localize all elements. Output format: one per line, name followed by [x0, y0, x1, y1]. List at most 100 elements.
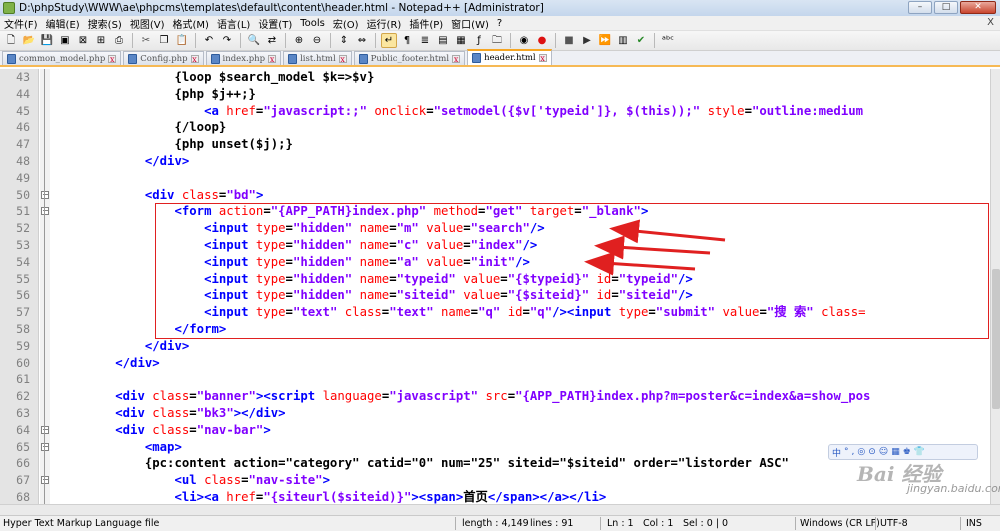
code-line[interactable]: 43 {loop $search_model $k=>$v} [0, 69, 990, 86]
word-wrap-icon[interactable]: ↵ [381, 33, 397, 48]
tab-close-icon[interactable]: x [452, 54, 461, 63]
zoom-in-icon[interactable]: ⊕ [291, 33, 307, 48]
code-token: language [322, 389, 382, 404]
menu-language[interactable]: 语言(L) [217, 16, 250, 31]
replace-icon[interactable]: ⇄ [264, 33, 280, 48]
doc-map-icon[interactable]: ▦ [453, 33, 469, 48]
minimize-button[interactable]: – [908, 1, 932, 14]
code-text: <map> [56, 439, 182, 456]
code-token: href [226, 103, 256, 118]
code-line[interactable]: 44 {php $j++;} [0, 86, 990, 103]
tab-close-icon[interactable]: x [190, 54, 199, 63]
tab-close-icon[interactable]: x [268, 54, 277, 63]
code-line[interactable]: 59 </div> [0, 338, 990, 355]
code-token: class [152, 389, 190, 404]
menu-help[interactable]: ? [497, 18, 502, 29]
code-line[interactable]: 63 <div class="bk3"></div> [0, 405, 990, 422]
new-file-icon[interactable]: 🗋 [3, 33, 19, 48]
function-list-icon[interactable]: ƒ [471, 33, 487, 48]
save-icon[interactable]: 💾 [39, 33, 55, 48]
code-token: > [322, 473, 330, 488]
menu-edit[interactable]: 编辑(E) [46, 16, 80, 31]
zoom-out-icon[interactable]: ⊖ [309, 33, 325, 48]
scrollbar-thumb[interactable] [992, 269, 1000, 409]
code-text: <a href="javascript:;" onclick="setmodel… [56, 103, 863, 120]
tab-close-icon[interactable]: x [108, 54, 117, 63]
menu-search[interactable]: 搜索(S) [88, 16, 122, 31]
tab-close-icon[interactable]: x [338, 54, 347, 63]
folder-workspace-icon[interactable]: 🗀 [489, 33, 505, 48]
close-icon[interactable]: ⊠ [75, 33, 91, 48]
line-number: 46 [16, 120, 30, 135]
code-text: {/loop} [56, 119, 226, 136]
close-all-icon[interactable]: ⊞ [93, 33, 109, 48]
menu-tools[interactable]: Tools [300, 18, 325, 29]
monitor-icon[interactable]: ◉ [516, 33, 532, 48]
code-token: > [263, 422, 271, 437]
tab-close-icon[interactable]: x [538, 54, 547, 63]
vertical-scrollbar[interactable] [990, 69, 1000, 504]
code-line[interactable]: 46 {/loop} [0, 119, 990, 136]
tab-list-html[interactable]: list.html x [283, 51, 352, 65]
cut-icon[interactable]: ✂ [138, 33, 154, 48]
code-line[interactable]: 48 </div> [0, 153, 990, 170]
maximize-button[interactable]: □ [934, 1, 958, 14]
line-number: 53 [16, 238, 30, 252]
tab-index-php[interactable]: index.php x [205, 51, 282, 65]
code-token: {pc:content action="category" catid="0" … [56, 456, 789, 471]
ime-toolbar-item: ° [844, 447, 849, 457]
sync-v-icon[interactable]: ⇕ [336, 33, 352, 48]
file-icon [128, 53, 138, 64]
code-line[interactable]: 61 [0, 371, 990, 388]
code-line[interactable]: 50 <div class="bd"> [0, 187, 990, 204]
file-icon [210, 53, 220, 64]
spellcheck-icon[interactable]: ✔ [633, 33, 649, 48]
close-document-button[interactable]: X [987, 17, 994, 28]
code-line[interactable]: 60 </div> [0, 355, 990, 372]
code-line[interactable]: 45 <a href="javascript:;" onclick="setmo… [0, 103, 990, 120]
code-line[interactable]: 64 <div class="nav-bar"> [0, 422, 990, 439]
code-line[interactable]: 49 [0, 170, 990, 187]
line-number: 57 [16, 305, 30, 320]
redo-icon[interactable]: ↷ [219, 33, 235, 48]
menu-window[interactable]: 窗口(W) [451, 16, 489, 31]
close-button[interactable]: ✕ [960, 1, 996, 14]
line-number: 45 [16, 103, 30, 118]
ime-toolbar-item: ⊙ [868, 447, 876, 457]
run-macro-multiple-icon[interactable]: ⏩ [597, 33, 613, 48]
tab-public-footer-html[interactable]: Public_footer.html x [353, 51, 466, 65]
open-file-icon[interactable]: 📂 [21, 33, 37, 48]
tab-config-php[interactable]: Config.php x [123, 51, 204, 65]
save-macro-icon[interactable]: ▥ [615, 33, 631, 48]
play-macro-icon[interactable]: ▶ [579, 33, 595, 48]
code-line[interactable]: 47 {php unset($j);} [0, 136, 990, 153]
show-all-chars-icon[interactable]: ¶ [399, 33, 415, 48]
menu-view[interactable]: 视图(V) [130, 16, 165, 31]
tab-header-html[interactable]: header.html x [467, 49, 552, 65]
user-lang-icon[interactable]: ▤ [435, 33, 451, 48]
menu-macro[interactable]: 宏(O) [333, 16, 359, 31]
indent-guide-icon[interactable]: ≣ [417, 33, 433, 48]
sync-h-icon[interactable]: ⇔ [354, 33, 370, 48]
find-icon[interactable]: 🔍 [246, 33, 262, 48]
undo-icon[interactable]: ↶ [201, 33, 217, 48]
save-all-icon[interactable]: ▣ [57, 33, 73, 48]
tab-common-model-php[interactable]: common_model.php x [2, 51, 122, 65]
window-title: D:\phpStudy\WWW\ae\phpcms\templates\defa… [19, 2, 544, 14]
horizontal-scrollbar[interactable] [0, 504, 1000, 515]
stop-record-icon[interactable]: ■ [561, 33, 577, 48]
code-editor[interactable]: − − − − − 43 {loop $search_model $k=>$v} 44 {… [0, 69, 990, 504]
paste-icon[interactable]: 📋 [174, 33, 190, 48]
print-icon[interactable]: ⎙ [111, 33, 127, 48]
menu-plugins[interactable]: 插件(P) [409, 16, 443, 31]
code-line[interactable]: 62 <div class="banner"><script language=… [0, 388, 990, 405]
record-macro-icon[interactable]: ● [534, 33, 550, 48]
menu-settings[interactable]: 设置(T) [258, 16, 292, 31]
menu-run[interactable]: 运行(R) [367, 16, 402, 31]
menu-format[interactable]: 格式(M) [173, 16, 209, 31]
copy-icon[interactable]: ❐ [156, 33, 172, 48]
line-number: 44 [16, 86, 30, 101]
abc-icon[interactable]: ᵃᵇᶜ [660, 33, 676, 48]
menu-file[interactable]: 文件(F) [4, 16, 38, 31]
